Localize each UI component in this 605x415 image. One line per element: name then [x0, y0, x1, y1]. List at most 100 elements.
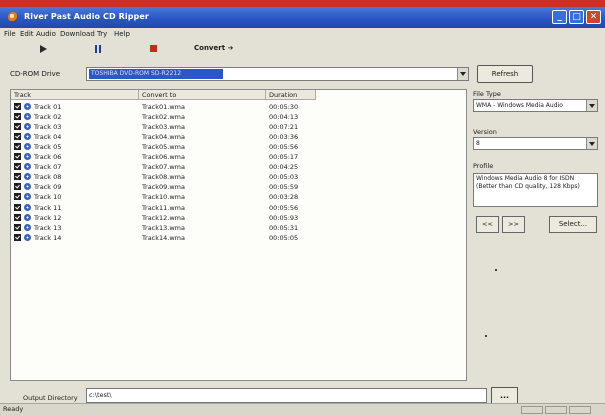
- track-checkbox[interactable]: [14, 173, 21, 181]
- chevron-down-icon[interactable]: [586, 100, 597, 111]
- cd-track-icon: [24, 153, 31, 161]
- track-checkbox[interactable]: [14, 103, 21, 110]
- table-row[interactable]: Track 08 Track08.wma 00:05:03: [11, 172, 316, 182]
- track-name: Track 05: [34, 143, 62, 152]
- cd-track-icon: [24, 123, 31, 131]
- pause-icon[interactable]: [95, 45, 102, 53]
- track-checkbox[interactable]: [14, 163, 21, 171]
- track-name: Track 08: [34, 173, 62, 182]
- track-duration: 00:05:59: [269, 183, 299, 192]
- table-row[interactable]: Track 09 Track09.wma 00:05:59: [11, 182, 316, 192]
- column-header-track[interactable]: Track: [11, 90, 139, 100]
- track-duration: 00:05:03: [269, 173, 299, 182]
- track-duration: 00:04:25: [269, 163, 299, 172]
- track-checkbox[interactable]: [14, 113, 21, 121]
- convert-to-filename[interactable]: Track14.wma: [142, 234, 185, 242]
- convert-to-filename[interactable]: Track03.wma: [142, 123, 185, 131]
- convert-to-filename[interactable]: Track10.wma: [142, 193, 185, 201]
- table-row[interactable]: Track 06 Track06.wma 00:05:17: [11, 152, 316, 162]
- table-row[interactable]: Track 07 Track07.wma 00:04:25: [11, 162, 316, 172]
- previous-profile-button[interactable]: <<: [476, 216, 499, 233]
- next-profile-button[interactable]: >>: [502, 216, 525, 233]
- maximize-button[interactable]: □: [569, 10, 584, 24]
- chevron-down-icon[interactable]: [586, 138, 597, 149]
- convert-to-filename[interactable]: Track06.wma: [142, 153, 185, 161]
- play-icon[interactable]: [40, 45, 47, 53]
- stop-icon[interactable]: [150, 45, 157, 52]
- track-checkbox[interactable]: [14, 193, 21, 201]
- menu-bar: File Edit Audio Download Try Help: [0, 28, 605, 40]
- track-checkbox[interactable]: [14, 203, 21, 211]
- track-name: Track 04: [34, 133, 62, 142]
- track-checkbox[interactable]: [14, 133, 21, 141]
- track-checkbox[interactable]: [14, 143, 21, 151]
- menu-file[interactable]: File: [4, 30, 16, 38]
- version-label: Version: [473, 128, 497, 136]
- version-select[interactable]: 8: [473, 137, 598, 150]
- file-type-select[interactable]: WMA - Windows Media Audio: [473, 99, 598, 112]
- table-row[interactable]: Track 05 Track05.wma 00:05:56: [11, 142, 316, 152]
- cd-track-icon: [24, 193, 31, 201]
- browse-button[interactable]: ...: [491, 387, 518, 404]
- track-checkbox[interactable]: [14, 183, 21, 191]
- version-value: 8: [476, 140, 480, 147]
- convert-to-filename[interactable]: Track13.wma: [142, 224, 185, 232]
- close-button[interactable]: ✕: [586, 10, 601, 24]
- panel-dot: [485, 335, 487, 337]
- chevron-down-icon[interactable]: [457, 68, 468, 80]
- track-duration: 00:05:05: [269, 233, 299, 242]
- menu-try[interactable]: Try: [97, 30, 107, 38]
- cd-track-icon: [24, 113, 31, 121]
- panel-dot: [495, 269, 497, 271]
- status-pane: [521, 406, 543, 414]
- select-profile-button[interactable]: Select...: [549, 216, 597, 233]
- table-row[interactable]: Track 03 Track03.wma 00:07:21: [11, 122, 316, 132]
- menu-audio[interactable]: Audio: [36, 30, 56, 38]
- table-row[interactable]: Track 13 Track13.wma 00:05:31: [11, 223, 316, 233]
- track-checkbox[interactable]: [14, 223, 21, 231]
- menu-download[interactable]: Download: [60, 30, 95, 38]
- output-directory-input[interactable]: c:\test\: [86, 388, 487, 403]
- track-checkbox[interactable]: [14, 213, 21, 221]
- track-duration: 00:05:31: [269, 223, 299, 232]
- app-cd-icon: [8, 12, 18, 22]
- status-pane: [545, 406, 567, 414]
- refresh-button[interactable]: Refresh: [477, 65, 533, 83]
- track-duration: 00:04:13: [269, 113, 299, 122]
- convert-to-filename[interactable]: Track08.wma: [142, 173, 185, 181]
- convert-to-filename[interactable]: Track09.wma: [142, 183, 185, 191]
- track-name: Track 09: [34, 183, 62, 192]
- table-row[interactable]: Track 10 Track10.wma 00:03:28: [11, 192, 316, 202]
- convert-to-filename[interactable]: Track01.wma: [142, 103, 185, 111]
- cdrom-drive-select[interactable]: TOSHIBA DVD-ROM SD-R2212: [86, 67, 469, 81]
- track-duration: 00:05:30: [269, 103, 299, 111]
- track-name: Track 12: [34, 213, 62, 222]
- minimize-button[interactable]: _: [552, 10, 567, 24]
- convert-to-filename[interactable]: Track04.wma: [142, 133, 185, 141]
- track-list[interactable]: Track Convert to Duration Track 01 Track0…: [10, 89, 467, 381]
- profile-label: Profile: [473, 162, 494, 170]
- convert-to-filename[interactable]: Track02.wma: [142, 113, 185, 121]
- table-row[interactable]: Track 01 Track01.wma 00:05:30: [11, 102, 316, 112]
- track-checkbox[interactable]: [14, 233, 21, 241]
- column-header-convert-to[interactable]: Convert to: [139, 90, 266, 100]
- convert-button[interactable]: Convert ➔: [194, 44, 233, 52]
- table-row[interactable]: Track 04 Track04.wma 00:03:36: [11, 132, 316, 142]
- title-bar[interactable]: River Past Audio CD Ripper _ □ ✕: [0, 7, 605, 28]
- track-name: Track 10: [34, 193, 62, 202]
- table-row[interactable]: Track 11 Track11.wma 00:05:56: [11, 203, 316, 213]
- menu-help[interactable]: Help: [114, 30, 130, 38]
- track-checkbox[interactable]: [14, 123, 21, 131]
- cdrom-drive-label: CD-ROM Drive: [10, 70, 61, 78]
- profile-textbox[interactable]: Windows Media Audio 8 for ISDN (Better t…: [473, 173, 598, 207]
- table-row[interactable]: Track 14 Track14.wma 00:05:05: [11, 233, 316, 243]
- convert-to-filename[interactable]: Track11.wma: [142, 204, 185, 212]
- menu-edit[interactable]: Edit: [20, 30, 34, 38]
- convert-to-filename[interactable]: Track12.wma: [142, 214, 185, 222]
- convert-to-filename[interactable]: Track07.wma: [142, 163, 185, 171]
- column-header-duration[interactable]: Duration: [266, 90, 316, 100]
- convert-to-filename[interactable]: Track05.wma: [142, 143, 185, 151]
- table-row[interactable]: Track 02 Track02.wma 00:04:13: [11, 112, 316, 122]
- table-row[interactable]: Track 12 Track12.wma 00:05:93: [11, 213, 316, 223]
- track-checkbox[interactable]: [14, 153, 21, 161]
